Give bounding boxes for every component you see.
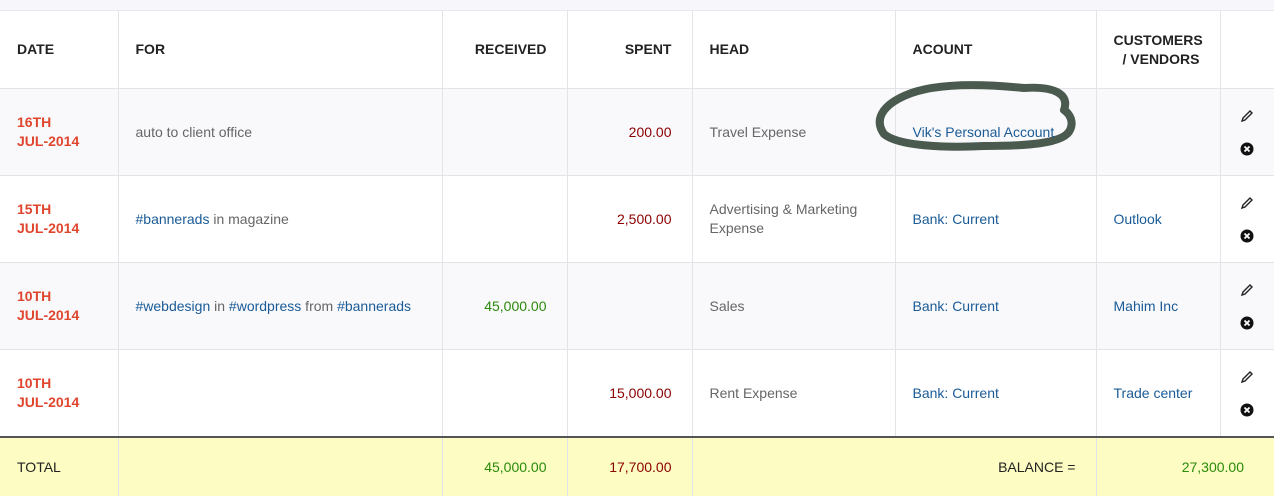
received-cell: [442, 175, 568, 263]
pencil-icon[interactable]: [1240, 283, 1254, 297]
pencil-icon[interactable]: [1240, 370, 1254, 384]
date-day: 10TH: [17, 288, 52, 304]
header-actions: [1220, 11, 1274, 89]
date-day: 10TH: [17, 375, 52, 391]
customer-cell[interactable]: [1096, 88, 1221, 176]
header-customers[interactable]: CUSTOMERS / VENDORS: [1096, 11, 1221, 89]
close-circle-icon[interactable]: [1240, 142, 1254, 156]
balance-value: 27,300.00: [1096, 436, 1274, 496]
date-month-year: JUL-2014: [17, 133, 80, 149]
pencil-icon[interactable]: [1240, 109, 1254, 123]
header-account[interactable]: ACOUNT: [895, 11, 1097, 89]
head-cell: Advertising & Marketing Expense: [692, 175, 896, 263]
hashtag-link[interactable]: #webdesign: [136, 298, 211, 314]
date-cell: 15TH JUL-2014: [0, 175, 119, 263]
balance-label: BALANCE =: [895, 436, 1097, 496]
hand-drawn-circle-annotation: [875, 81, 1076, 151]
date-month-year: JUL-2014: [17, 307, 80, 323]
table-row: 15TH JUL-2014 #bannerads in magazine 2,5…: [0, 175, 1274, 263]
header-date[interactable]: DATE: [0, 11, 119, 89]
actions-cell: [1220, 88, 1274, 176]
header-row: DATE FOR RECEIVED SPENT HEAD ACOUNT CUST…: [0, 11, 1274, 89]
date-cell: 10TH JUL-2014: [0, 262, 119, 350]
transactions-table: DATE FOR RECEIVED SPENT HEAD ACOUNT CUST…: [0, 11, 1274, 496]
date-day: 15TH: [17, 201, 52, 217]
total-label: TOTAL: [0, 436, 119, 496]
actions-cell: [1220, 175, 1274, 263]
customer-link[interactable]: Trade center: [1096, 349, 1221, 438]
date-day: 16TH: [17, 114, 52, 130]
account-link[interactable]: Bank: Current: [895, 262, 1097, 350]
for-cell: #webdesign in #wordpress from #bannerads: [118, 262, 443, 350]
header-received[interactable]: RECEIVED: [442, 11, 568, 89]
actions-cell: [1220, 262, 1274, 350]
close-circle-icon[interactable]: [1240, 229, 1254, 243]
account-link[interactable]: Bank: Current: [895, 349, 1097, 438]
header-customers-line1: CUSTOMERS: [1113, 31, 1203, 48]
for-text: in: [210, 298, 229, 314]
balance-amount: 27,300.00: [1181, 459, 1244, 475]
date-month-year: JUL-2014: [17, 220, 80, 236]
total-row: TOTAL 45,000.00 17,700.00 BALANCE = 27,3…: [0, 436, 1274, 496]
head-cell: Rent Expense: [692, 349, 896, 438]
account-link[interactable]: Vik's Personal Account: [913, 124, 1055, 140]
for-cell: #bannerads in magazine: [118, 175, 443, 263]
header-customers-line2: / VENDORS: [1122, 50, 1200, 67]
head-cell: Travel Expense: [692, 88, 896, 176]
account-cell: Vik's Personal Account: [875, 81, 1097, 176]
for-cell: auto to client office: [118, 88, 443, 176]
table-row: 16TH JUL-2014 auto to client office 200.…: [0, 81, 1274, 176]
for-cell: [118, 349, 443, 438]
header-head[interactable]: HEAD: [692, 11, 896, 89]
spent-cell: [567, 262, 693, 350]
date-cell: 16TH JUL-2014: [0, 88, 119, 176]
received-cell: 45,000.00: [442, 262, 568, 350]
close-circle-icon[interactable]: [1240, 403, 1254, 417]
received-cell: [442, 88, 568, 176]
total-spent: 17,700.00: [567, 436, 693, 496]
date-cell: 10TH JUL-2014: [0, 349, 119, 438]
customer-link[interactable]: Mahim Inc: [1096, 262, 1221, 350]
hashtag-link[interactable]: #bannerads: [337, 298, 411, 314]
pencil-icon[interactable]: [1240, 196, 1254, 210]
table-row: 10TH JUL-2014 15,000.00 Rent Expense Ban…: [0, 349, 1274, 438]
spent-cell: 2,500.00: [567, 175, 693, 263]
spent-cell: 200.00: [567, 88, 693, 176]
for-text: from: [301, 298, 338, 314]
table-row: 10TH JUL-2014 #webdesign in #wordpress f…: [0, 262, 1274, 350]
for-text: in magazine: [209, 211, 289, 227]
total-empty: [118, 436, 443, 496]
hashtag-link[interactable]: #bannerads: [136, 211, 210, 227]
customer-link[interactable]: Outlook: [1096, 175, 1221, 263]
spent-cell: 15,000.00: [567, 349, 693, 438]
received-cell: [442, 349, 568, 438]
header-for[interactable]: FOR: [118, 11, 443, 89]
for-text: auto to client office: [135, 124, 252, 140]
account-link[interactable]: Bank: Current: [895, 175, 1097, 263]
close-circle-icon[interactable]: [1240, 316, 1254, 330]
header-spent[interactable]: SPENT: [567, 11, 693, 89]
head-cell: Sales: [692, 262, 896, 350]
date-month-year: JUL-2014: [17, 394, 80, 410]
total-received: 45,000.00: [442, 436, 568, 496]
actions-cell: [1220, 349, 1274, 438]
hashtag-link[interactable]: #wordpress: [229, 298, 301, 314]
top-bar: [0, 0, 1274, 11]
total-empty: [692, 436, 895, 496]
